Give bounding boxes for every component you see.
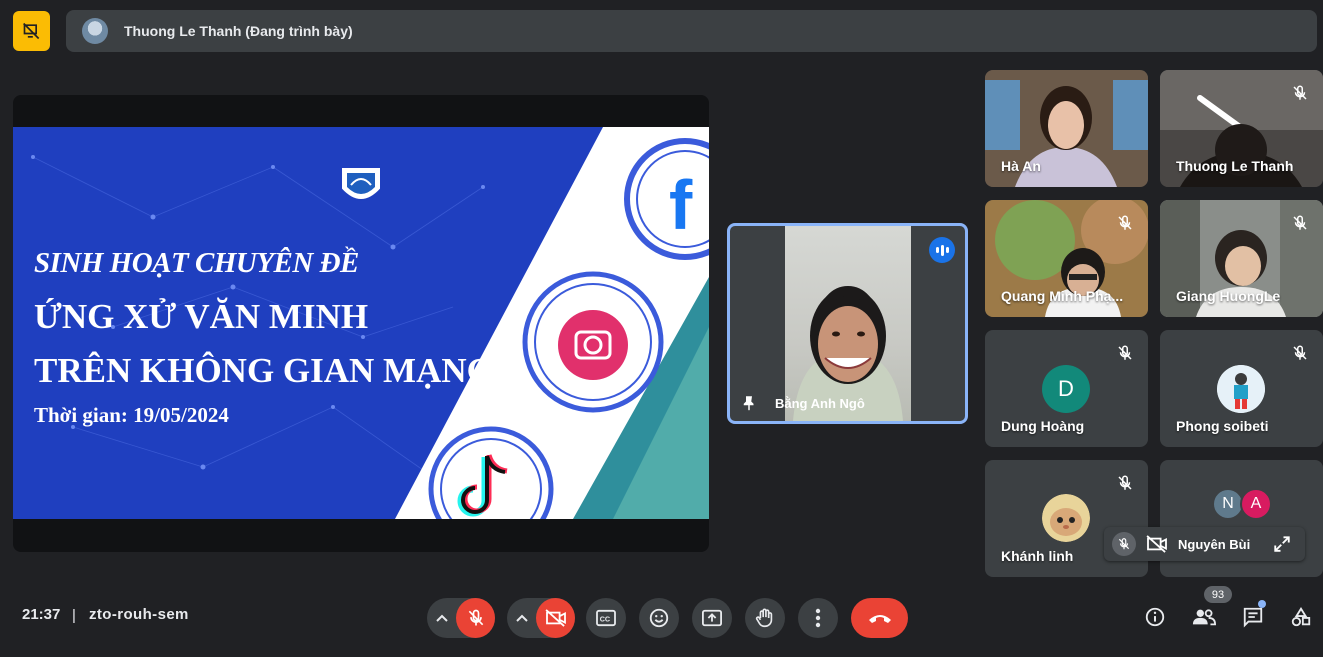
mic-off-icon <box>1118 345 1132 360</box>
participant-tile[interactable]: Phong soibeti <box>1160 330 1323 447</box>
hover-participant-bar[interactable]: Nguyên Bùi <box>1104 527 1305 561</box>
overflow-avatars: N A <box>1212 488 1272 520</box>
instagram-icon <box>522 271 664 413</box>
mic-off-icon <box>1118 475 1132 490</box>
spotlight-tile[interactable]: Bằng Anh Ngô <box>727 223 968 424</box>
participant-name: Dung Hoàng <box>1001 418 1085 434</box>
avatar <box>1217 365 1265 413</box>
microphone-control[interactable] <box>427 598 495 638</box>
participant-tile[interactable]: Giang HuongLe <box>1160 200 1323 317</box>
slide-title-line-3: TRÊN KHÔNG GIAN MẠNG <box>34 351 494 390</box>
participant-tile[interactable]: D Dung Hoàng <box>985 330 1148 447</box>
screen-share-off-icon <box>22 22 39 40</box>
mic-off-icon <box>1118 538 1130 550</box>
chat-notification-dot <box>1258 600 1266 608</box>
slide-title-line-2: ỨNG XỬ VĂN MINH <box>34 297 369 336</box>
mic-toggle-button[interactable] <box>456 598 495 638</box>
participant-tile[interactable]: Quang Minh Phạ... <box>985 200 1148 317</box>
hand-icon <box>755 608 773 628</box>
info-icon <box>1145 607 1165 627</box>
chevron-up-icon <box>435 614 448 622</box>
participant-name: Hà An <box>1001 158 1041 174</box>
people-count-badge: 93 <box>1204 586 1232 603</box>
participant-name: Khánh linh <box>1001 548 1074 564</box>
pin-icon[interactable] <box>740 393 758 413</box>
raise-hand-button[interactable] <box>745 598 785 638</box>
meeting-time: 21:37 <box>22 606 61 623</box>
presentation-slide: f SINH HOẠT CHUYÊN ĐỀ ỨNG XỬ VĂN MINH TR… <box>13 127 709 519</box>
participant-name: Nguyên Bùi <box>1178 536 1251 552</box>
spotlight-name: Bằng Anh Ngô <box>775 396 865 411</box>
spotlight-video <box>785 226 911 421</box>
svg-text:CC: CC <box>600 615 610 624</box>
mic-options-button[interactable] <box>427 614 456 622</box>
presenter-avatar <box>82 18 108 44</box>
hang-up-icon <box>868 615 891 623</box>
participant-name: Giang HuongLe <box>1176 288 1281 304</box>
presenter-banner: Thuong Le Thanh (Đang trình bày) <box>66 10 1317 52</box>
leave-call-button[interactable] <box>851 598 908 638</box>
participant-tile[interactable]: Thuong Le Thanh <box>1160 70 1323 187</box>
mic-off-button[interactable] <box>1112 532 1136 556</box>
people-button[interactable] <box>1191 604 1217 630</box>
presenter-label: Thuong Le Thanh (Đang trình bày) <box>124 23 353 39</box>
presentation-indicator[interactable] <box>13 11 50 51</box>
slide-date: Thời gian: 19/05/2024 <box>34 403 229 427</box>
mic-off-icon <box>1118 215 1132 230</box>
more-options-button[interactable] <box>798 598 838 638</box>
avatar: D <box>1042 365 1090 413</box>
reactions-button[interactable] <box>639 598 679 638</box>
participant-name: Thuong Le Thanh <box>1176 158 1294 174</box>
chevron-up-icon <box>515 614 528 622</box>
camera-off-icon <box>1146 535 1167 553</box>
participant-tile[interactable]: Hà An <box>985 70 1148 187</box>
people-icon <box>1192 609 1216 626</box>
participant-silhouette <box>793 286 903 421</box>
camera-options-button[interactable] <box>507 614 536 622</box>
avatar <box>1042 494 1090 542</box>
avatar: A <box>1240 488 1272 520</box>
camera-control[interactable] <box>507 598 575 638</box>
mic-off-icon <box>1293 215 1307 230</box>
camera-off-icon <box>545 609 566 627</box>
expand-icon[interactable] <box>1273 535 1291 553</box>
slide-title-line-1: SINH HOẠT CHUYÊN ĐỀ <box>34 247 359 279</box>
meeting-code: zto-rouh-sem <box>89 606 189 623</box>
present-button[interactable] <box>692 598 732 638</box>
camera-toggle-button[interactable] <box>536 598 575 638</box>
mic-off-icon <box>1293 345 1307 360</box>
activities-icon <box>1291 607 1311 627</box>
mic-off-icon <box>468 609 483 626</box>
captions-button[interactable]: CC <box>586 598 626 638</box>
speaking-indicator-icon <box>929 237 955 263</box>
presentation-stage[interactable]: f SINH HOẠT CHUYÊN ĐỀ ỨNG XỬ VĂN MINH TR… <box>13 95 709 552</box>
mic-off-icon <box>1293 85 1307 100</box>
more-vert-icon <box>815 608 821 628</box>
participant-name: Quang Minh Phạ... <box>1001 288 1124 304</box>
svg-text:f: f <box>669 166 693 244</box>
chat-icon <box>1243 607 1263 628</box>
present-screen-icon <box>702 609 722 627</box>
activities-button[interactable] <box>1288 604 1314 630</box>
emoji-icon <box>649 608 669 628</box>
separator: | <box>72 607 76 624</box>
captions-icon: CC <box>596 609 616 627</box>
meeting-details-button[interactable] <box>1142 604 1168 630</box>
participant-name: Phong soibeti <box>1176 418 1269 434</box>
school-logo <box>340 166 382 201</box>
